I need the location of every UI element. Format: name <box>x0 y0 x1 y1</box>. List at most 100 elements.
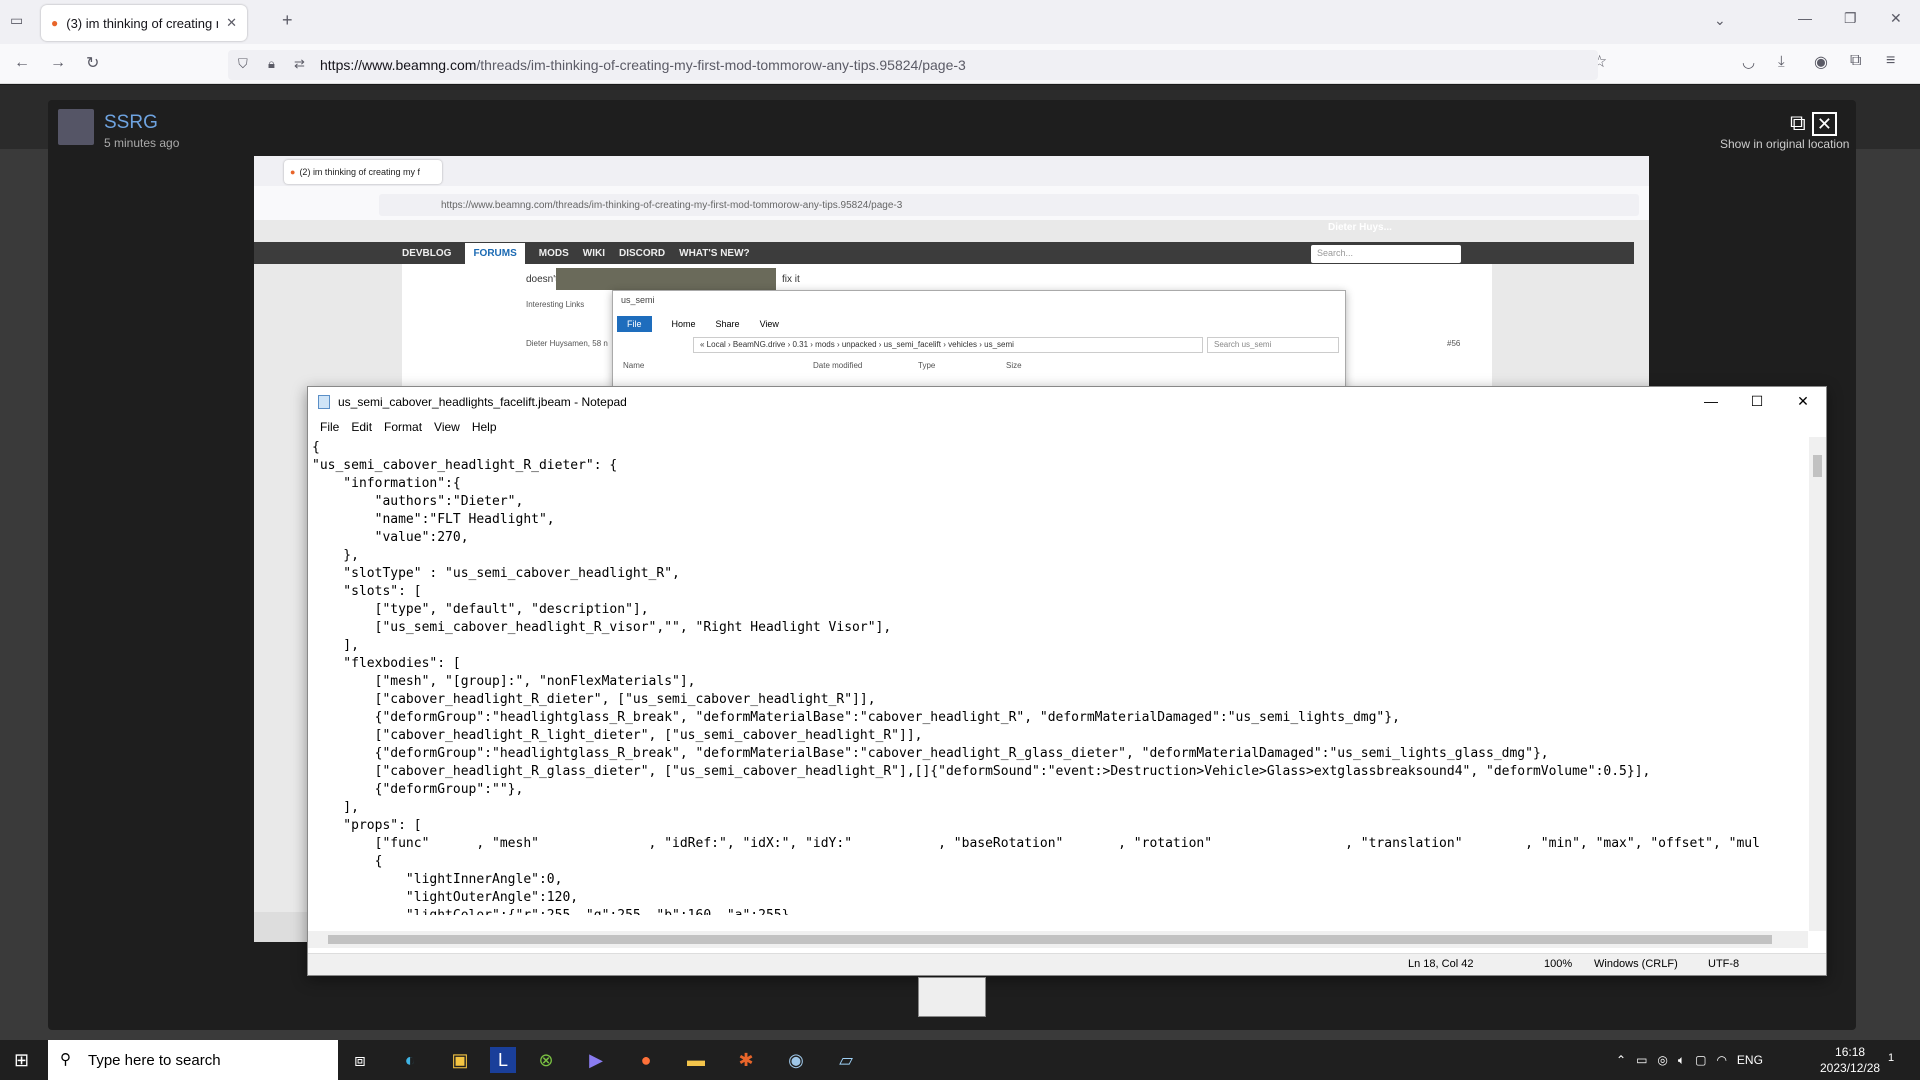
close-window-icon[interactable]: ✕ <box>1890 10 1902 27</box>
horizontal-scrollbar[interactable] <box>308 931 1808 948</box>
restore-icon[interactable]: ❐ <box>1844 10 1857 27</box>
text-line: "flexbodies": [ <box>312 656 461 671</box>
inner-search: Search... <box>1311 245 1461 263</box>
notepad-icon[interactable]: ▱ <box>826 1040 866 1080</box>
taskbar-search[interactable]: ⚲ Type here to search <box>48 1040 338 1080</box>
inner-url-bar: https://www.beamng.com/threads/im-thinki… <box>379 194 1639 216</box>
windows-start-icon[interactable]: ⊞ <box>14 1050 29 1071</box>
inner-post-text: doesn't <box>526 274 558 285</box>
extensions-icon[interactable]: ⧉ <box>1850 52 1861 70</box>
text-line: ], <box>312 638 359 653</box>
ribbon-home: Home <box>671 319 696 329</box>
show-original-link[interactable]: Show in original location <box>1720 137 1849 151</box>
system-tray: ⌃ ▭ ◎ 🔈︎ ▢ ◠ ENG <box>1616 1040 1763 1080</box>
vertical-scrollbar[interactable] <box>1809 437 1826 931</box>
vertical-scroll-thumb[interactable] <box>1813 455 1822 477</box>
menu-format[interactable]: Format <box>378 420 428 434</box>
back-icon[interactable]: ← <box>14 54 30 72</box>
close-tab-icon[interactable]: ✕ <box>226 15 237 31</box>
text-line: ], <box>312 800 359 815</box>
permissions-icon[interactable]: ⇄ <box>294 56 305 72</box>
shield-icon[interactable]: ⛉ <box>238 56 248 72</box>
text-line: }, <box>312 548 359 563</box>
text-line: ["cabover_headlight_R_glass_dieter", ["u… <box>312 764 1651 779</box>
notepad-window: us_semi_cabover_headlights_facelift.jbea… <box>307 386 1827 976</box>
beamng-favicon-icon: ● <box>290 167 296 177</box>
status-position: Ln 18, Col 42 <box>1408 958 1474 970</box>
lock-icon[interactable]: 🔒︎ <box>268 56 275 72</box>
poster-name[interactable]: SSRG <box>104 112 158 134</box>
ribbon-file: File <box>617 316 652 332</box>
close-icon[interactable]: ✕ <box>1811 112 1837 136</box>
text-line: ["us_semi_cabover_headlight_R_visor","",… <box>312 620 892 635</box>
clock-date: 2023/12/28 <box>1820 1061 1881 1075</box>
attachment-thumbnail[interactable] <box>918 977 986 1017</box>
menu-edit[interactable]: Edit <box>345 420 378 434</box>
explorer-ribbon: File Home Share View <box>613 315 1347 333</box>
reload-icon[interactable]: ↻ <box>86 53 99 73</box>
text-line: "value":270, <box>312 530 469 545</box>
menu-help[interactable]: Help <box>466 420 503 434</box>
post-time: 5 minutes ago <box>104 136 180 150</box>
chevron-up-icon[interactable]: ⌃ <box>1616 1053 1626 1067</box>
browser-tab[interactable]: ● (3) im thinking of creating my f ✕ <box>41 5 247 41</box>
ribbon-share: Share <box>715 319 740 329</box>
search-icon: ⚲ <box>60 1051 71 1068</box>
menu-view[interactable]: View <box>428 420 466 434</box>
l-app-icon[interactable]: L <box>490 1047 516 1073</box>
taskbar-clock[interactable]: 16:18 2023/12/28 <box>1820 1044 1880 1076</box>
beamng-icon[interactable]: ✱ <box>726 1040 766 1080</box>
notification-count[interactable]: 1 <box>1888 1052 1894 1064</box>
browser-tab-bar: ▭ ● (3) im thinking of creating my f ✕ +… <box>0 0 1920 44</box>
open-external-icon[interactable]: ⧉ <box>1790 110 1806 135</box>
steam-icon[interactable]: ◉ <box>776 1040 816 1080</box>
inner-nav-wiki: WIKI <box>582 247 606 259</box>
windows-taskbar: ⊞ ⚲ Type here to search ⧈ ◐ ▣ L ⊗ ▶ ● ▬ … <box>0 1040 1920 1080</box>
display-icon[interactable]: ▢ <box>1695 1053 1706 1067</box>
download-icon[interactable]: ⤓ <box>1778 53 1785 70</box>
chevron-down-icon[interactable]: ⌄ <box>1714 12 1726 29</box>
clock-time: 16:18 <box>1835 1045 1866 1059</box>
account-icon[interactable]: ◉ <box>1814 52 1828 72</box>
new-tab-icon[interactable]: + <box>282 10 293 31</box>
col-date: Date modified <box>813 361 863 370</box>
tab-list-icon[interactable]: ▭ <box>10 12 23 29</box>
text-line: "props": [ <box>312 818 422 833</box>
store-icon[interactable]: ▣ <box>440 1040 480 1080</box>
avatar[interactable] <box>58 109 94 145</box>
xbox-icon[interactable]: ⊗ <box>526 1040 566 1080</box>
explorer-search: Search us_semi <box>1207 337 1339 353</box>
pocket-icon[interactable]: ◡ <box>1742 53 1755 71</box>
inner-nav-forums: FORUMS <box>465 242 525 264</box>
file-explorer-icon[interactable]: ▬ <box>676 1040 716 1080</box>
text-line: "lightOuterAngle":120, <box>312 890 579 905</box>
forward-icon[interactable]: → <box>50 54 66 72</box>
camera-icon[interactable]: ◎ <box>1657 1053 1667 1067</box>
close-icon[interactable]: ✕ <box>1780 387 1826 415</box>
language-indicator[interactable]: ENG <box>1737 1053 1763 1067</box>
minimize-icon[interactable]: — <box>1798 10 1812 26</box>
notepad-title: us_semi_cabover_headlights_facelift.jbea… <box>338 395 627 409</box>
battery-icon[interactable]: ▭ <box>1636 1053 1647 1067</box>
horizontal-scroll-thumb[interactable] <box>328 935 1772 944</box>
task-view-icon[interactable]: ⧈ <box>340 1040 380 1080</box>
menu-icon[interactable]: ≡ <box>1886 52 1895 70</box>
minimize-icon[interactable]: — <box>1688 387 1734 415</box>
text-line: { <box>312 440 320 455</box>
wifi-icon[interactable]: ◠ <box>1716 1053 1726 1067</box>
firefox-icon[interactable]: ● <box>626 1040 666 1080</box>
media-player-icon[interactable]: ▶ <box>576 1040 616 1080</box>
notepad-text-area[interactable]: { "us_semi_cabover_headlight_R_dieter": {… <box>312 439 1812 915</box>
url-path: /threads/im-thinking-of-creating-my-firs… <box>476 57 966 73</box>
explorer-address: « Local › BeamNG.drive › 0.31 › mods › u… <box>693 337 1203 353</box>
text-line: "lightInnerAngle":0, <box>312 872 563 887</box>
taskbar-search-text: Type here to search <box>88 1051 221 1069</box>
volume-icon[interactable]: 🔈︎ <box>1678 1053 1685 1068</box>
text-line: "us_semi_cabover_headlight_R_dieter": { <box>312 458 618 473</box>
edge-icon[interactable]: ◐ <box>390 1040 430 1080</box>
menu-file[interactable]: File <box>314 420 345 434</box>
inner-browser-tab: ● (2) im thinking of creating my f <box>284 160 442 184</box>
text-line: "name":"FLT Headlight", <box>312 512 555 527</box>
url-bar[interactable]: ⛉ 🔒︎ ⇄ https://www.beamng.com/threads/im… <box>228 50 1598 80</box>
maximize-icon[interactable]: ☐ <box>1734 387 1780 415</box>
